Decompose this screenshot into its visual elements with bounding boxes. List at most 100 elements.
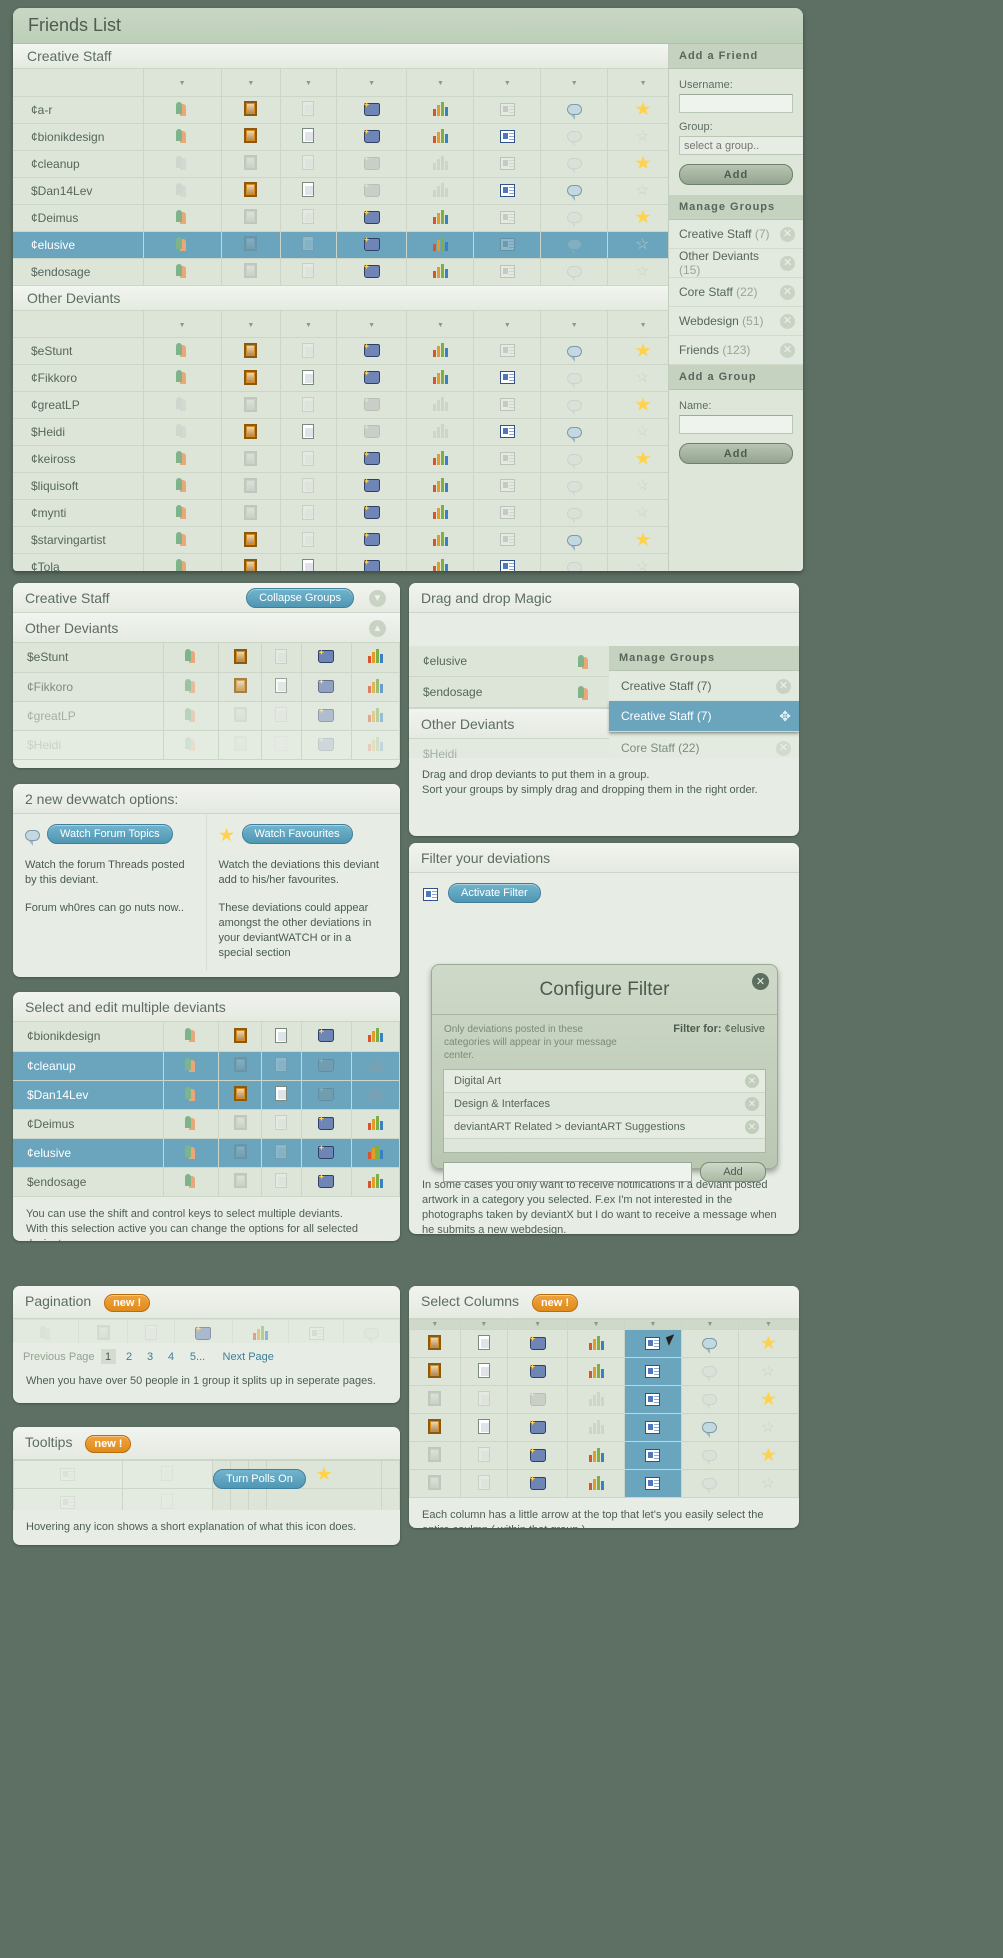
frame-icon-cell[interactable] [221,231,282,259]
bubble-icon-cell[interactable] [540,150,609,178]
column-select-arrow[interactable]: ▼ [473,310,542,338]
frame-icon-cell[interactable] [221,472,282,500]
doc-icon-cell[interactable] [280,204,337,232]
doc-icon-cell[interactable] [280,231,337,259]
column-select-arrow[interactable]: ▼ [737,1319,799,1330]
bubble-icon-cell[interactable] [680,1469,739,1498]
doc-icon-cell[interactable] [280,123,337,151]
people-icon-cell[interactable] [163,1051,220,1081]
group-list-item[interactable]: Friends (123) ✕ [669,336,803,365]
people-icon-cell[interactable] [143,177,222,205]
doc-icon-cell[interactable] [280,177,337,205]
frame-icon-cell[interactable] [409,1329,461,1358]
frame-icon-cell[interactable] [409,1441,461,1470]
bars-icon-cell[interactable] [567,1385,626,1414]
group-select-input[interactable] [679,136,803,155]
doc-icon-cell[interactable] [280,499,337,527]
frame-icon-cell[interactable] [218,1167,262,1197]
bars-icon-cell[interactable] [406,364,475,392]
frame-icon-cell[interactable] [221,177,282,205]
sofa-icon-cell[interactable] [336,499,408,527]
bubble-icon-cell[interactable] [540,96,609,124]
doc-icon-cell[interactable] [280,472,337,500]
frame-icon-cell[interactable] [221,258,282,286]
list-item[interactable]: $Heidi [409,739,609,758]
add-category-button[interactable]: Add [700,1162,766,1182]
bars-icon-cell[interactable] [567,1357,626,1386]
bars-icon-cell[interactable] [406,391,475,419]
bars-icon-cell[interactable] [351,701,400,731]
bars-icon-cell[interactable] [567,1329,626,1358]
doc-icon-cell[interactable] [261,1109,302,1139]
sofa-icon-cell[interactable] [507,1413,569,1442]
page-3[interactable]: 3 [143,1349,158,1364]
next-page-link[interactable]: Next Page [223,1351,274,1363]
remove-group-icon[interactable]: ✕ [780,226,795,242]
bars-icon-cell[interactable] [406,204,475,232]
star-icon-cell[interactable] [737,1329,799,1358]
people-icon-cell[interactable] [163,701,220,731]
doc-icon-cell[interactable] [280,553,337,571]
table-row[interactable]: ¢Deimus [13,1109,400,1139]
sofa-icon-cell[interactable] [301,730,353,760]
doc-icon-cell[interactable] [261,672,302,702]
group-list-item[interactable]: Core Staff (22) ✕ [609,733,799,758]
frame-icon-cell[interactable] [409,1357,461,1386]
news-icon-cell[interactable] [473,150,542,178]
table-row[interactable]: $Heidi [13,730,400,760]
people-icon-cell[interactable] [143,204,222,232]
people-icon-cell[interactable] [143,150,222,178]
bars-icon-cell[interactable] [406,337,475,365]
sofa-icon-cell[interactable] [301,643,353,673]
star-icon-cell[interactable] [737,1441,799,1470]
doc-icon-cell[interactable] [261,730,302,760]
star-icon-cell[interactable] [737,1469,799,1498]
group-list-item[interactable]: Core Staff (22) ✕ [669,278,803,307]
sofa-icon-cell[interactable] [336,553,408,571]
doc-icon-cell[interactable] [459,1441,509,1470]
table-row[interactable] [409,1441,799,1470]
table-row[interactable] [409,1329,799,1358]
column-select-arrow[interactable]: ▼ [473,69,542,97]
people-icon-cell[interactable] [163,730,220,760]
page-more[interactable]: 5... [185,1349,211,1364]
bubble-icon-cell[interactable] [540,553,609,571]
bars-icon-cell[interactable] [351,1138,400,1168]
frame-icon-cell[interactable] [221,337,282,365]
username-input[interactable] [679,94,793,113]
sofa-icon-cell[interactable] [336,177,408,205]
bubble-icon-cell[interactable] [540,499,609,527]
news-icon-cell[interactable] [473,258,542,286]
bars-icon-cell[interactable] [406,526,475,554]
remove-group-icon[interactable]: ✕ [780,313,795,329]
frame-icon-cell[interactable] [221,526,282,554]
page-2[interactable]: 2 [122,1349,137,1364]
people-icon-cell[interactable] [143,364,222,392]
bars-icon-cell[interactable] [406,96,475,124]
frame-icon-cell[interactable] [409,1385,461,1414]
news-icon-cell[interactable] [624,1469,682,1498]
watch-forum-topics-button[interactable]: Watch Forum Topics [47,824,173,844]
sofa-icon-cell[interactable] [336,258,408,286]
sofa-icon-cell[interactable] [301,1138,353,1168]
frame-icon-cell[interactable] [409,1413,461,1442]
news-icon-cell[interactable] [624,1357,682,1386]
bars-icon-cell[interactable] [406,258,475,286]
frame-icon-cell[interactable] [218,1051,262,1081]
collapse-groups-button[interactable]: Collapse Groups [246,588,354,608]
frame-icon-cell[interactable] [218,1080,262,1110]
doc-icon-cell[interactable] [280,150,337,178]
sofa-icon-cell[interactable] [301,672,353,702]
sofa-icon-cell[interactable] [336,204,408,232]
sofa-icon-cell[interactable] [336,337,408,365]
bubble-icon-cell[interactable] [680,1357,739,1386]
bars-icon-cell[interactable] [351,730,400,760]
sofa-icon-cell[interactable] [336,418,408,446]
bars-icon-cell[interactable] [351,1167,400,1197]
table-row[interactable] [409,1469,799,1498]
collapse-group1-header[interactable]: Creative Staff Collapse Groups ▼ [13,583,400,613]
bars-icon-cell[interactable] [351,1080,400,1110]
news-icon-cell[interactable] [473,231,542,259]
column-select-arrow[interactable]: ▼ [221,310,282,338]
doc-icon-cell[interactable] [459,1469,509,1498]
